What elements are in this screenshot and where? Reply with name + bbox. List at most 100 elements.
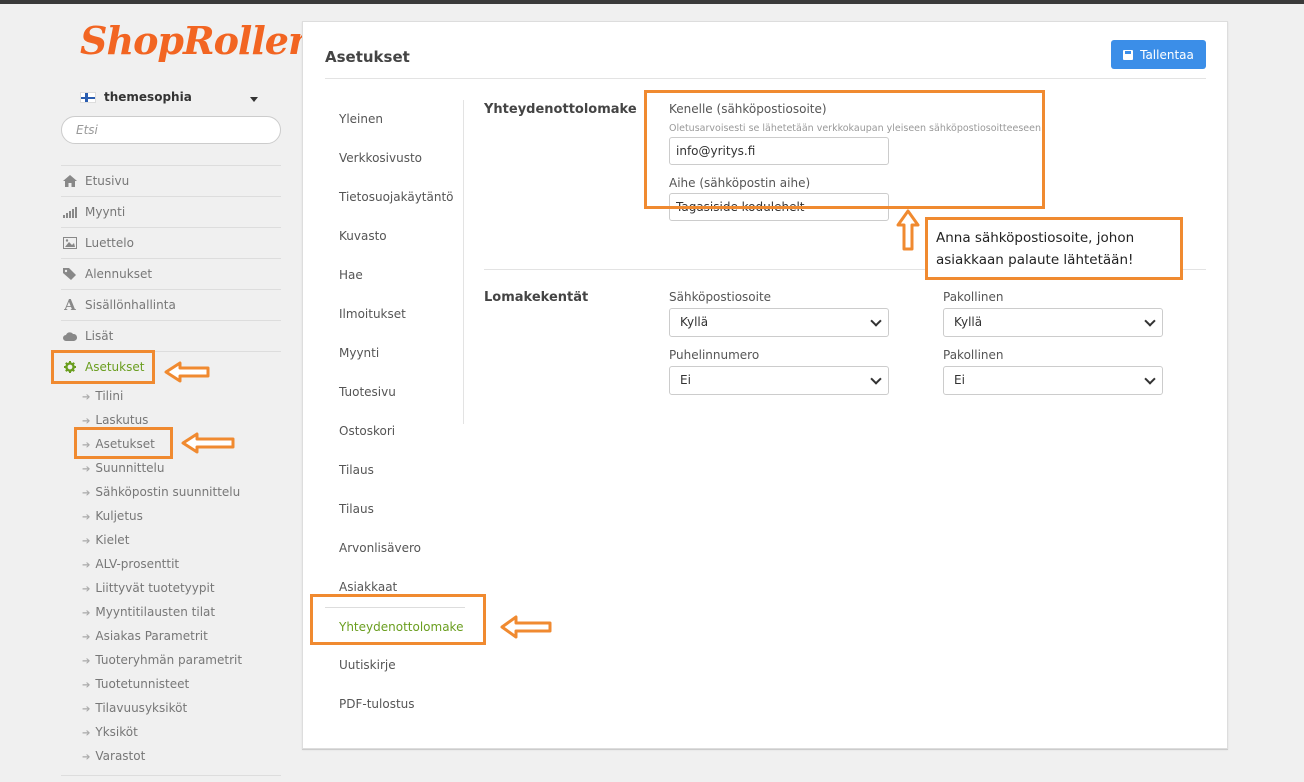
arrow-right-icon: ➔	[82, 560, 91, 571]
arrow-right-icon: ➔	[82, 584, 91, 595]
subnav-item-alv-prosenttit[interactable]: ➔ ALV-prosenttit	[82, 552, 282, 576]
shoproller-logo[interactable]: ShopRoller	[80, 18, 308, 63]
subnav-item-tilavuusyksikot[interactable]: ➔ Tilavuusyksiköt	[82, 696, 282, 720]
subnav-item-kielet[interactable]: ➔ Kielet	[82, 528, 282, 552]
subnav-label: Kielet	[95, 533, 130, 547]
arrow-right-icon: ➔	[82, 392, 91, 403]
panel-bottom-edge	[302, 749, 1228, 750]
form-fields-title: Lomakekentät	[484, 290, 589, 305]
store-name: themesophia	[104, 90, 192, 104]
subnav-label: Suunnittelu	[95, 461, 165, 475]
arrow-right-icon: ➔	[82, 680, 91, 691]
nav-label: Etusivu	[85, 174, 130, 188]
phone-required-value: Ei	[954, 373, 965, 387]
tab-ilmoitukset[interactable]: Ilmoitukset	[325, 295, 465, 334]
tab-tilaus-2[interactable]: Tilaus	[325, 490, 465, 529]
highlight-asetukset-subnav	[74, 427, 173, 459]
subnav-label: Myyntitilausten tilat	[95, 605, 216, 619]
arrow-right-icon: ➔	[82, 512, 91, 523]
tab-tietosuojakaytanto[interactable]: Tietosuojakäytäntö	[325, 178, 465, 217]
subnav-label: Sähköpostin suunnittelu	[95, 485, 241, 499]
arrow-right-icon: ➔	[82, 752, 91, 763]
bar-chart-icon	[63, 206, 77, 218]
phone-field-label: Puhelinnumero	[669, 348, 760, 362]
tab-myynti[interactable]: Myynti	[325, 334, 465, 373]
email-field-value: Kyllä	[680, 315, 709, 329]
chevron-down-icon	[870, 315, 882, 327]
store-selector[interactable]: themesophia	[80, 88, 262, 108]
chevron-down-icon	[1144, 315, 1156, 327]
page-title: Asetukset	[325, 48, 410, 66]
arrow-right-icon: ➔	[82, 632, 91, 643]
floppy-disk-icon	[1123, 49, 1134, 60]
subnav-item-tilini[interactable]: ➔ Tilini	[82, 384, 282, 408]
subnav-label: Tuoteryhmän parametrit	[95, 653, 243, 667]
email-field-select[interactable]: Kyllä	[669, 308, 889, 337]
arrow-right-icon: ➔	[82, 464, 91, 475]
subnav-item-yksikot[interactable]: ➔ Yksiköt	[82, 720, 282, 744]
tab-uutiskirje[interactable]: Uutiskirje	[325, 646, 465, 685]
subnav-label: Tilavuusyksiköt	[95, 701, 188, 715]
subnav-item-tuotetunnisteet[interactable]: ➔ Tuotetunnisteet	[82, 672, 282, 696]
nav-item-myynti[interactable]: Myynti	[61, 196, 281, 227]
subnav-item-varastot[interactable]: ➔ Varastot	[82, 744, 282, 768]
save-button-label: Tallentaa	[1140, 47, 1194, 62]
nav-label: Sisällönhallinta	[85, 298, 176, 312]
subnav-label: Kuljetus	[95, 509, 143, 523]
arrow-right-icon: ➔	[82, 728, 91, 739]
subnav-item-kuljetus[interactable]: ➔ Kuljetus	[82, 504, 282, 528]
contact-form-title: Yhteydenottolomake	[484, 102, 637, 117]
subnav-label: Laskutus	[95, 413, 149, 427]
phone-field-value: Ei	[680, 373, 691, 387]
arrow-right-icon: ➔	[82, 704, 91, 715]
annotation-arrow-icon	[181, 432, 235, 454]
subnav-item-liittyvat-tuotetyypit[interactable]: ➔ Liittyvät tuotetyypit	[82, 576, 282, 600]
chevron-down-icon	[1144, 373, 1156, 385]
arrow-right-icon: ➔	[82, 416, 91, 427]
annotation-arrow-up-icon	[896, 209, 920, 251]
tab-tuotesivu[interactable]: Tuotesivu	[325, 373, 465, 412]
email-field-label: Sähköpostiosoite	[669, 290, 772, 304]
arrow-right-icon: ➔	[82, 656, 91, 667]
tab-hae[interactable]: Hae	[325, 256, 465, 295]
caret-down-icon	[250, 97, 258, 102]
subnav-label: Liittyvät tuotetyypit	[95, 581, 215, 595]
subnav-item-tuoteryhman-parametrit[interactable]: ➔ Tuoteryhmän parametrit	[82, 648, 282, 672]
sidebar-search-input[interactable]	[61, 116, 281, 144]
highlight-contact-fields	[644, 90, 1045, 209]
email-required-label: Pakollinen	[943, 290, 1004, 304]
save-button[interactable]: Tallentaa	[1111, 40, 1206, 69]
subnav-item-myyntitilausten-tilat[interactable]: ➔ Myyntitilausten tilat	[82, 600, 282, 624]
tab-kuvasto[interactable]: Kuvasto	[325, 217, 465, 256]
nav-label: Luettelo	[85, 236, 134, 250]
subnav-item-suunnittelu[interactable]: ➔ Suunnittelu	[82, 456, 282, 480]
email-required-select[interactable]: Kyllä	[943, 308, 1163, 337]
phone-required-select[interactable]: Ei	[943, 366, 1163, 395]
nav-item-sisallonhallinta[interactable]: A Sisällönhallinta	[61, 289, 281, 320]
nav-item-etusivu[interactable]: Etusivu	[61, 165, 281, 196]
subnav-label: ALV-prosenttit	[95, 557, 180, 571]
nav-item-luettelo[interactable]: Luettelo	[61, 227, 281, 258]
tab-pdf-tulostus[interactable]: PDF-tulostus	[325, 685, 465, 724]
subnav-label: Tuotetunnisteet	[95, 677, 190, 691]
nav-item-alennukset[interactable]: Alennukset	[61, 258, 281, 289]
sidebar-bottom-divider	[61, 775, 281, 776]
arrow-right-icon: ➔	[82, 536, 91, 547]
tab-yleinen[interactable]: Yleinen	[325, 100, 465, 139]
tab-verkkosivusto[interactable]: Verkkosivusto	[325, 139, 465, 178]
tab-arvonlisavero[interactable]: Arvonlisävero	[325, 529, 465, 568]
annotation-arrow-icon	[500, 615, 552, 639]
nav-item-lisat[interactable]: Lisät	[61, 320, 281, 351]
arrow-right-icon: ➔	[82, 608, 91, 619]
highlight-asetukset-nav	[51, 350, 155, 384]
subnav-item-sahkopostin-suunnittelu[interactable]: ➔ Sähköpostin suunnittelu	[82, 480, 282, 504]
tab-tilaus[interactable]: Tilaus	[325, 451, 465, 490]
cloud-icon	[63, 330, 78, 342]
phone-field-select[interactable]: Ei	[669, 366, 889, 395]
subnav-item-asiakas-parametrit[interactable]: ➔ Asiakas Parametrit	[82, 624, 282, 648]
highlight-yhteydenottolomake-tab	[310, 594, 486, 645]
arrow-right-icon: ➔	[82, 488, 91, 499]
email-required-value: Kyllä	[954, 315, 983, 329]
title-divider	[325, 78, 1206, 79]
tab-ostoskori[interactable]: Ostoskori	[325, 412, 465, 451]
